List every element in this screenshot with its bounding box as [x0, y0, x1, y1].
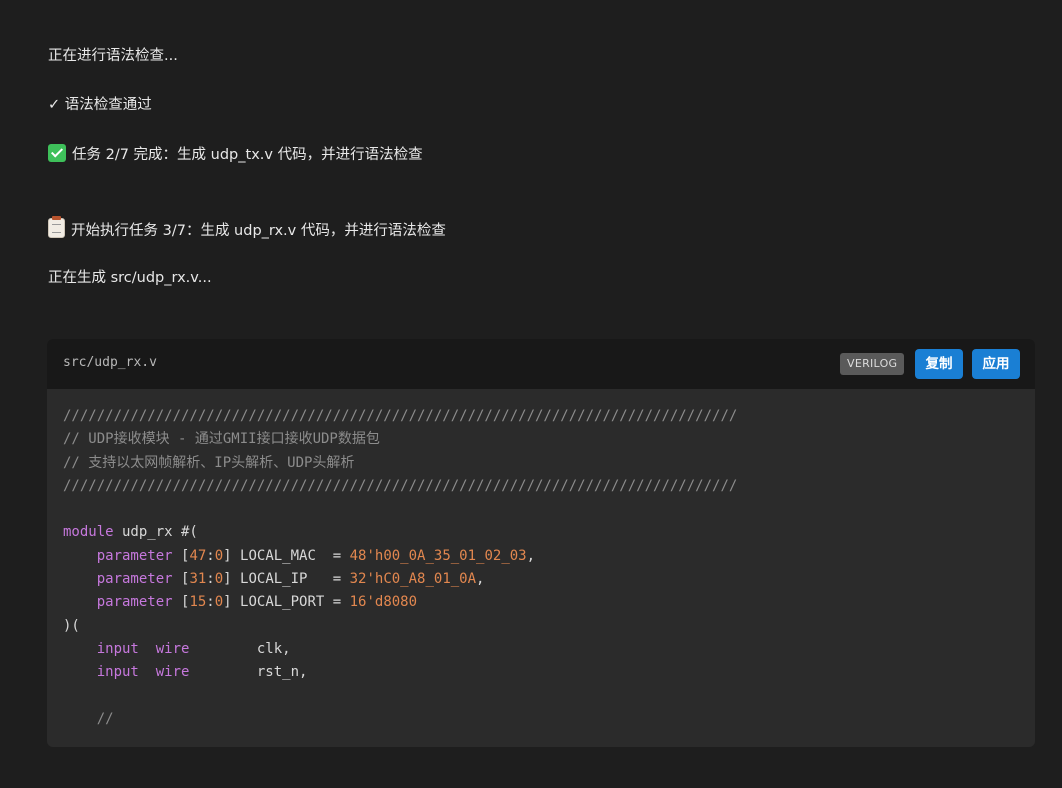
code-token-plain: rst_n, [189, 664, 308, 681]
generating-message: 正在生成 src/udp_rx.v... [48, 268, 212, 288]
code-block: src/udp_rx.v VERILOG 复制 应用 /////////////… [47, 339, 1035, 747]
code-filename: src/udp_rx.v [63, 355, 157, 370]
code-token-comment: ////////////////////////////////////////… [63, 477, 738, 494]
code-token-kw: module [63, 524, 114, 541]
code-token-plain: [ [172, 547, 190, 564]
code-token-plain: clk, [189, 640, 291, 657]
task3-start-message: 开始执行任务 3/7：生成 udp_rx.v 代码，并进行语法检查 [48, 216, 446, 241]
code-line: parameter [15:0] LOCAL_PORT = 16'd8080 [63, 591, 737, 614]
code-token-plain: , [526, 547, 536, 564]
code-line: parameter [31:0] LOCAL_IP = 32'hC0_A8_01… [63, 568, 737, 591]
task2-done-text: 任务 2/7 完成：生成 udp_tx.v 代码，并进行语法检查 [72, 147, 423, 163]
code-token-plain: ] LOCAL_IP = [223, 571, 350, 588]
code-token-plain: [ [172, 594, 190, 611]
code-token-kw: parameter [96, 594, 173, 611]
code-line: // [63, 708, 737, 731]
code-token-plain: : [206, 547, 215, 564]
syntax-passed-message: ✓ 语法检查通过 [48, 95, 152, 115]
code-token-num: 0 [214, 594, 224, 611]
code-token-comment: // 支持以太网帧解析、IP头解析、UDP头解析 [63, 454, 355, 471]
code-line: )( [63, 615, 737, 638]
code-line: // 支持以太网帧解析、IP头解析、UDP头解析 [63, 452, 737, 475]
syntax-passed-text: ✓ 语法检查通过 [48, 97, 152, 113]
code-token-num: 0 [214, 547, 224, 564]
code-token-kw: parameter [96, 571, 173, 588]
code-token-kw: wire [155, 640, 190, 657]
code-line: input wire clk, [63, 638, 737, 661]
code-token-comment: // UDP接收模块 - 通过GMII接口接收UDP数据包 [63, 431, 380, 448]
code-token-plain: , [476, 571, 485, 588]
code-token-plain: ] LOCAL_MAC = [223, 547, 350, 564]
code-token-num: 31 [189, 571, 207, 588]
copy-button[interactable]: 复制 [915, 349, 963, 379]
code-token-plain: ] LOCAL_PORT = [223, 594, 350, 611]
code-line: input wire rst_n, [63, 661, 737, 684]
task3-start-text: 开始执行任务 3/7：生成 udp_rx.v 代码，并进行语法检查 [71, 223, 446, 239]
syntax-checking-text: 正在进行语法检查... [48, 48, 178, 64]
generating-text: 正在生成 src/udp_rx.v... [48, 270, 212, 286]
code-token-plain: [ [172, 571, 190, 588]
code-token-num: 47 [189, 547, 207, 564]
code-line: // UDP接收模块 - 通过GMII接口接收UDP数据包 [63, 428, 737, 451]
code-token-comment: // [63, 710, 114, 727]
code-token-num: 15 [189, 594, 207, 611]
code-token-num: 32'hC0_A8_01_0A [349, 571, 477, 588]
code-line: ////////////////////////////////////////… [63, 475, 737, 498]
code-body[interactable]: ////////////////////////////////////////… [63, 405, 737, 731]
code-token-kw: input [96, 640, 139, 657]
code-token-num: 16'd8080 [349, 594, 418, 611]
code-token-kw: input [96, 664, 139, 681]
check-mark-button-icon [48, 144, 66, 162]
task2-done-message: 任务 2/7 完成：生成 udp_tx.v 代码，并进行语法检查 [48, 144, 423, 165]
code-token-num: 0 [214, 571, 224, 588]
syntax-checking-message: 正在进行语法检查... [48, 46, 178, 66]
code-token-num: 48'h00_0A_35_01_02_03 [349, 547, 527, 564]
code-token-plain: : [206, 571, 215, 588]
code-line: parameter [47:0] LOCAL_MAC = 48'h00_0A_3… [63, 545, 737, 568]
apply-button[interactable]: 应用 [972, 349, 1020, 379]
code-line: module udp_rx #( [63, 521, 737, 544]
clipboard-icon [48, 216, 65, 238]
chat-page: 正在进行语法检查... ✓ 语法检查通过 任务 2/7 完成：生成 udp_tx… [0, 0, 1062, 788]
code-token-kw: wire [155, 664, 190, 681]
code-token-plain: : [206, 594, 215, 611]
code-token-comment: ////////////////////////////////////////… [63, 408, 738, 424]
code-token-kw: parameter [96, 547, 173, 564]
language-badge: VERILOG [840, 353, 905, 375]
code-header: src/udp_rx.v VERILOG 复制 应用 [47, 339, 1035, 389]
code-line: ////////////////////////////////////////… [63, 405, 737, 428]
code-token-plain: udp_rx #( [113, 524, 198, 541]
code-token-plain: )( [63, 617, 80, 634]
